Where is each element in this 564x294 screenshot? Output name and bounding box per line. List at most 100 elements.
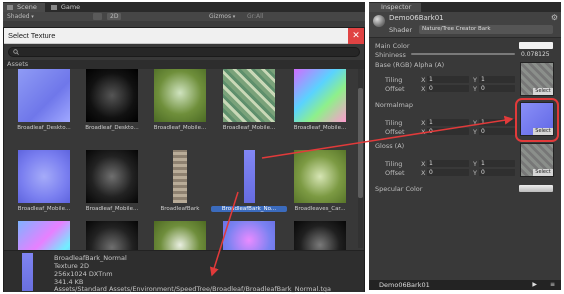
- base-select-button[interactable]: Select: [533, 88, 553, 95]
- normal-tiling-y[interactable]: 1: [479, 119, 515, 126]
- base-tiling-x-value: 1: [429, 76, 433, 83]
- texture-item[interactable]: Broadleaf_Mobile...: [294, 69, 362, 139]
- base-tiling-y[interactable]: 1: [479, 76, 515, 83]
- gloss-tiling-y-value: 1: [481, 160, 485, 167]
- shininess-value[interactable]: 0.078125: [521, 51, 550, 58]
- texture-item[interactable]: BroadleafBark_No...: [211, 150, 291, 220]
- texture-thumbnail: [294, 221, 346, 250]
- gloss-tiling-x-label: X: [421, 160, 426, 168]
- scene-icon: [7, 5, 13, 10]
- base-offset-y-value: 0: [481, 85, 485, 92]
- normalmap-select-button[interactable]: Select: [533, 128, 553, 135]
- gloss-tiling-x[interactable]: 1: [427, 160, 469, 167]
- texture-item[interactable]: [18, 221, 86, 250]
- texture-thumbnail: [154, 69, 206, 122]
- inspector-panel: Inspector Demo06Bark01 ⚙ Shader Nature/T…: [369, 2, 561, 290]
- tab-game-label: Game: [60, 3, 81, 11]
- gloss-texture-slot[interactable]: Select: [520, 143, 554, 177]
- normal-offset-x-value: 0: [429, 128, 433, 135]
- texture-item[interactable]: Broadleaves_Car...: [294, 150, 362, 220]
- base-tiling-label: Tiling: [385, 76, 403, 84]
- normal-offset-y[interactable]: 0: [479, 128, 515, 135]
- base-tiling-x-label: X: [421, 76, 426, 84]
- texture-thumbnail: [173, 150, 187, 203]
- normal-tiling-x[interactable]: 1: [427, 119, 469, 126]
- gloss-tiling-label: Tiling: [385, 160, 403, 168]
- base-texture-slot[interactable]: Select: [520, 62, 554, 96]
- texture-thumbnail: [86, 221, 138, 250]
- gloss-offset-x[interactable]: 0: [427, 169, 469, 176]
- gloss-offset-y-label: Y: [473, 169, 477, 177]
- texture-label: Broadleaf_Mobile...: [153, 125, 207, 131]
- shading-dropdown[interactable]: Shaded: [7, 13, 34, 20]
- object-name: Demo06Bark01: [389, 14, 444, 22]
- gloss-offset-y-value: 0: [481, 169, 485, 176]
- tab-inspector[interactable]: Inspector: [369, 3, 421, 12]
- normal-tiling-label: Tiling: [385, 119, 403, 127]
- normal-offset-y-label: Y: [473, 128, 477, 136]
- inspector-tab-label: Inspector: [381, 3, 412, 11]
- preview-name: BroadleafBark_Normal: [54, 254, 127, 262]
- texture-thumbnail: [294, 69, 346, 122]
- texture-thumbnail: [18, 150, 70, 203]
- scene-search[interactable]: Gr:All: [247, 13, 263, 20]
- material-icon: [373, 15, 385, 27]
- preview-path: Assets/Standard Assets/Environment/Speed…: [54, 285, 331, 293]
- search-input[interactable]: [8, 47, 360, 57]
- assets-tab[interactable]: Assets: [4, 60, 364, 69]
- gloss-offset-x-label: X: [421, 169, 426, 177]
- tab-game[interactable]: Game: [47, 3, 88, 12]
- texture-label: Broadleaf_Deskto...: [17, 125, 71, 131]
- normal-tiling-x-label: X: [421, 119, 426, 127]
- main-color-swatch[interactable]: [519, 42, 553, 49]
- 2d-toggle[interactable]: 2D: [107, 13, 122, 20]
- scrollbar-thumb[interactable]: [358, 88, 363, 198]
- texture-label: Broadleaf_Mobile...: [17, 206, 71, 212]
- base-offset-y-label: Y: [473, 85, 477, 93]
- texture-item[interactable]: [86, 221, 154, 250]
- search-icon: [13, 49, 19, 55]
- base-tiling-y-label: Y: [473, 76, 477, 84]
- base-tiling-y-value: 1: [481, 76, 485, 83]
- base-offset-x-value: 0: [429, 85, 433, 92]
- texture-label: Broadleaf_Deskto...: [85, 125, 139, 131]
- gloss-tiling-x-value: 1: [429, 160, 433, 167]
- normal-tiling-y-label: Y: [473, 119, 477, 127]
- texture-label: Broadleaf_Mobile...: [293, 125, 347, 131]
- texture-label: Broadleaf_Mobile...: [222, 125, 276, 131]
- tab-scene[interactable]: Scene: [3, 3, 45, 12]
- gloss-tiling-y-label: Y: [473, 160, 477, 168]
- texture-item[interactable]: [294, 221, 362, 250]
- play-icon[interactable]: ▶: [532, 280, 537, 290]
- texture-thumbnail: [223, 69, 275, 122]
- shininess-slider[interactable]: [411, 53, 515, 55]
- shader-dropdown[interactable]: Nature/Tree Creator Bark: [419, 25, 553, 34]
- gloss-select-button[interactable]: Select: [533, 169, 553, 176]
- gloss-offset-y[interactable]: 0: [479, 169, 515, 176]
- close-button[interactable]: ✕: [348, 28, 364, 44]
- base-offset-y[interactable]: 0: [479, 85, 515, 92]
- main-color-label: Main Color: [375, 42, 410, 50]
- normal-offset-label: Offset: [385, 128, 405, 136]
- normal-offset-x[interactable]: 0: [427, 128, 469, 135]
- normalmap-texture-slot[interactable]: Select: [520, 102, 554, 136]
- texture-item[interactable]: Broadleaf_Mobile...: [223, 69, 291, 139]
- base-offset-x[interactable]: 0: [427, 85, 469, 92]
- normal-offset-x-label: X: [421, 128, 426, 136]
- gear-icon[interactable]: ⚙: [551, 13, 558, 22]
- gloss-tiling-y[interactable]: 1: [479, 160, 515, 167]
- texture-label: Broadleaves_Car...: [294, 206, 346, 212]
- normal-tiling-y-value: 1: [481, 119, 485, 126]
- base-tiling-x[interactable]: 1: [427, 76, 469, 83]
- normal-offset-y-value: 0: [481, 128, 485, 135]
- texture-item[interactable]: [223, 221, 291, 250]
- light-toggle[interactable]: [93, 13, 102, 20]
- gizmos-dropdown[interactable]: Gizmos: [209, 13, 235, 20]
- preview-pane: BroadleafBark_Normal Texture 2D 256x1024…: [4, 250, 364, 293]
- texture-item[interactable]: [154, 221, 222, 250]
- menu-icon[interactable]: ≡: [550, 280, 555, 290]
- specular-color-swatch[interactable]: [519, 185, 553, 192]
- texture-thumbnail: [86, 150, 138, 203]
- tab-scene-label: Scene: [17, 3, 37, 11]
- normal-tiling-x-value: 1: [429, 119, 433, 126]
